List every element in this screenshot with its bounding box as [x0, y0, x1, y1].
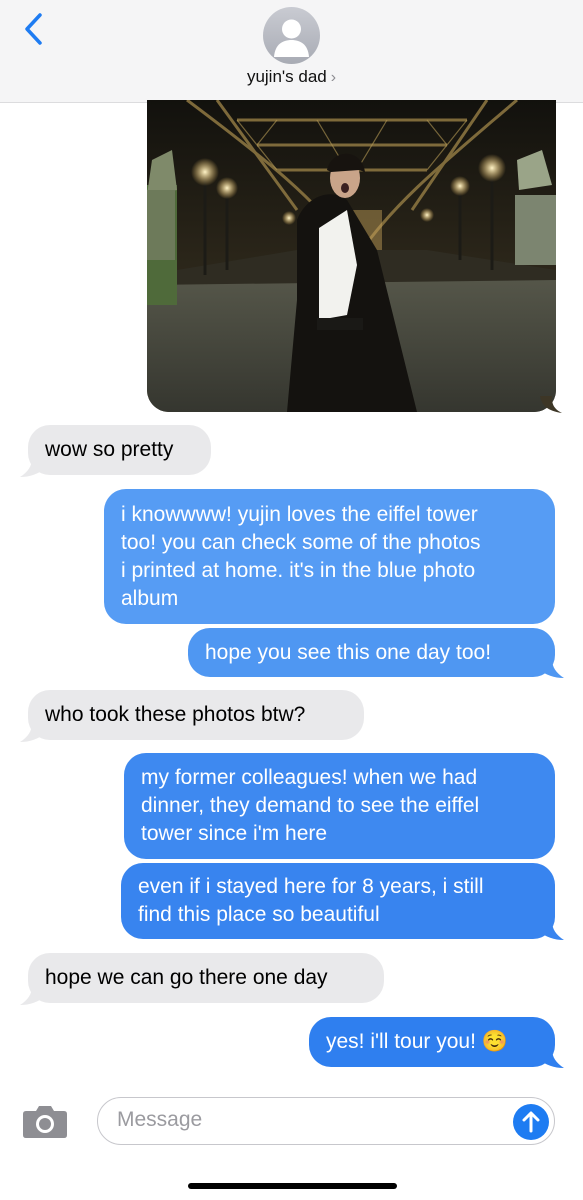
photo-image [147, 100, 556, 412]
photo-bubble-tail [540, 396, 562, 413]
message-line: yes! i'll tour you! ☺️ [326, 1030, 508, 1053]
incoming-bubble-tail [20, 458, 46, 477]
home-indicator[interactable] [188, 1183, 397, 1189]
message-line: my former colleagues! when we had [141, 766, 478, 789]
contact-name: yujin's dad [246, 67, 327, 86]
message-bubble-outgoing[interactable]: even if i stayed here for 8 years, i sti… [121, 863, 555, 939]
chevron-right-icon: › [330, 69, 337, 86]
message-bubble-outgoing[interactable]: my former colleagues! when we had dinner… [124, 753, 555, 859]
message-text: even if i stayed here for 8 years, i sti… [138, 873, 484, 929]
message-text: my former colleagues! when we had dinner… [141, 764, 479, 848]
message-input[interactable]: Message [97, 1097, 555, 1145]
outgoing-bubble-tail [538, 1049, 564, 1068]
outgoing-bubble-tail [538, 921, 564, 940]
message-line: i knowwww! yujin loves the eiffel tower [121, 502, 478, 526]
message-bubble-incoming[interactable]: who took these photos btw? [28, 690, 364, 740]
message-line: find this place so beautiful [138, 903, 380, 926]
message-line: wow so pretty [45, 438, 174, 461]
message-line: even if i stayed here for 8 years, i sti… [138, 875, 484, 898]
message-line: i printed at home. it's in the blue phot… [121, 558, 476, 582]
person-silhouette-icon [274, 19, 309, 57]
message-text: who took these photos btw? [45, 701, 305, 729]
conversation-header: yujin's dad › [0, 0, 583, 103]
arrow-up-icon [522, 1111, 540, 1133]
contact-avatar[interactable] [263, 7, 320, 64]
incoming-bubble-tail [20, 986, 46, 1005]
message-line: too! you can check some of the photos [121, 530, 481, 554]
incoming-bubble-tail [20, 723, 46, 742]
message-line: who took these photos btw? [45, 703, 306, 726]
message-text: hope we can go there one day [45, 964, 328, 992]
message-text: yes! i'll tour you! ☺️ [326, 1028, 508, 1056]
message-text: hope you see this one day too! [205, 639, 491, 667]
message-line: album [121, 586, 179, 610]
message-bubble-outgoing[interactable]: i knowwww! yujin loves the eiffel tower … [104, 489, 555, 624]
message-bubble-outgoing[interactable]: yes! i'll tour you! ☺️ [309, 1017, 555, 1067]
send-button[interactable] [513, 1104, 549, 1140]
message-line: hope we can go there one day [45, 966, 328, 989]
back-chevron-icon[interactable] [20, 12, 50, 46]
eiffel-tower-photo[interactable] [147, 100, 556, 412]
message-input-placeholder: Message [117, 1108, 203, 1131]
message-bubble-incoming[interactable]: wow so pretty [28, 425, 211, 475]
outgoing-bubble-tail [538, 659, 564, 678]
contact-name-button[interactable]: yujin's dad › [0, 67, 583, 87]
message-text: wow so pretty [45, 436, 173, 464]
camera-icon[interactable] [22, 1103, 68, 1139]
message-line: tower since i'm here [141, 822, 328, 845]
message-bubble-outgoing[interactable]: hope you see this one day too! [188, 628, 555, 677]
message-text: i knowwww! yujin loves the eiffel tower … [121, 501, 481, 613]
message-line: hope you see this one day too! [205, 640, 492, 664]
message-line: dinner, they demand to see the eiffel [141, 794, 480, 817]
message-bubble-incoming[interactable]: hope we can go there one day [28, 953, 384, 1003]
